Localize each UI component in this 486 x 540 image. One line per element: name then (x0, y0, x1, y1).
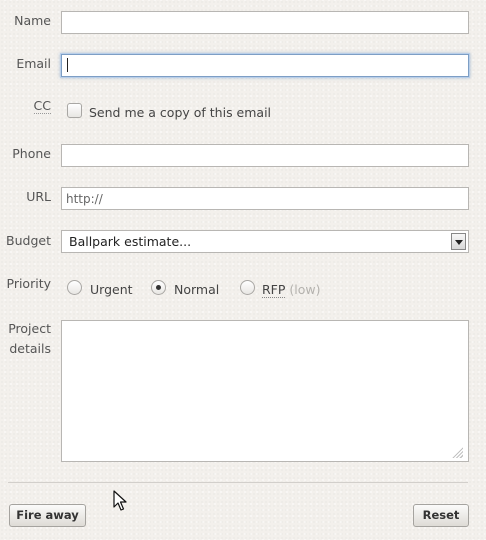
project-details-label-line1: Project (8, 321, 51, 336)
priority-urgent-label[interactable]: Urgent (90, 282, 133, 297)
chevron-down-icon[interactable] (451, 233, 466, 250)
priority-normal-radio[interactable] (151, 280, 166, 295)
priority-urgent-radio[interactable] (67, 280, 82, 295)
budget-selected-value: Ballpark estimate... (69, 234, 192, 249)
project-details-label-line2: details (9, 341, 51, 356)
reset-button[interactable]: Reset (413, 504, 469, 527)
cc-checkbox-label[interactable]: Send me a copy of this email (89, 105, 271, 120)
phone-label: Phone (12, 146, 51, 161)
url-label: URL (26, 189, 51, 204)
text-caret (67, 58, 68, 72)
name-input[interactable] (61, 11, 469, 34)
priority-rfp-note: (low) (289, 282, 321, 297)
project-details-label: Project details (8, 319, 51, 359)
cc-checkbox[interactable] (67, 103, 82, 118)
mouse-pointer-icon (113, 490, 127, 511)
name-label: Name (14, 13, 51, 28)
email-input[interactable] (61, 54, 469, 77)
phone-input[interactable] (61, 144, 469, 167)
priority-rfp-label[interactable]: RFP (low) (262, 282, 321, 298)
resize-grip-icon[interactable] (451, 446, 463, 458)
project-details-textarea[interactable] (61, 320, 469, 462)
budget-select[interactable]: Ballpark estimate... (61, 230, 469, 253)
priority-label: Priority (6, 276, 52, 291)
priority-rfp-radio[interactable] (240, 280, 255, 295)
budget-label: Budget (6, 233, 51, 248)
cc-label: CC (33, 98, 51, 114)
priority-rfp-abbr: RFP (262, 282, 286, 298)
priority-normal-label[interactable]: Normal (174, 282, 219, 297)
email-label: Email (16, 56, 51, 71)
url-input[interactable] (61, 187, 469, 210)
form-divider (8, 482, 468, 483)
fire-away-button[interactable]: Fire away (9, 504, 86, 527)
